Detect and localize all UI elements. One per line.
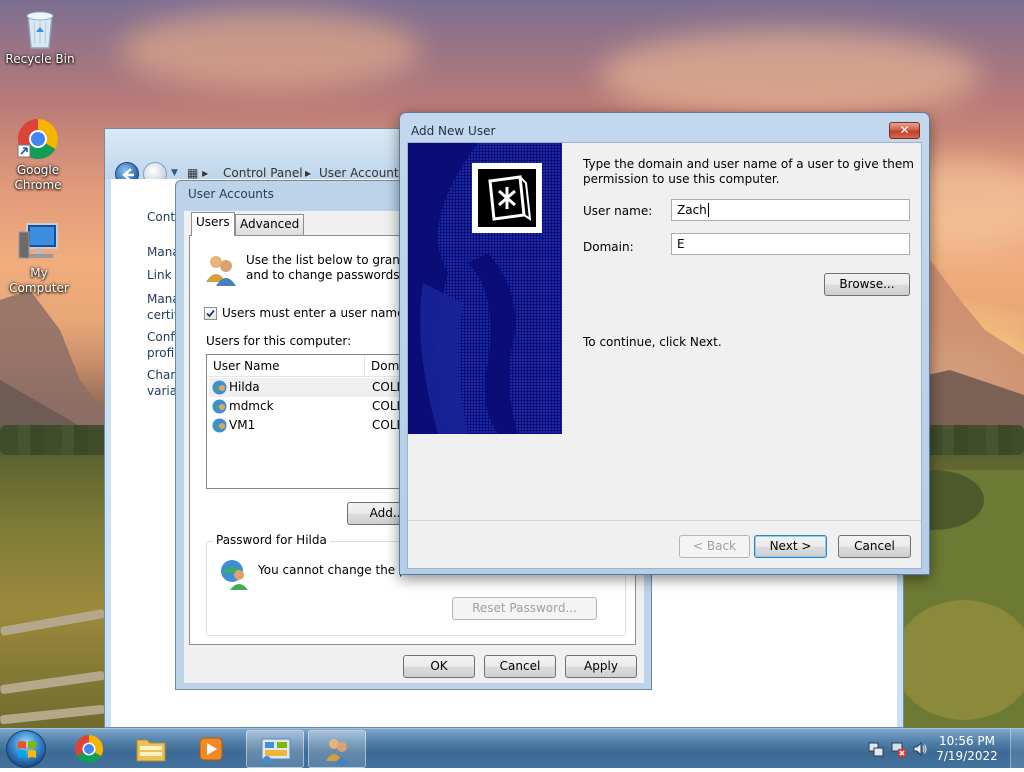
taskbar-control-panel[interactable] [246,730,304,768]
add-new-user-client: Type the domain and user name of a user … [407,142,922,569]
apply-button[interactable]: Apply [565,655,637,678]
clock-date: 7/19/2022 [936,749,998,763]
breadcrumb-separator: ▸ [305,166,312,180]
chrome-icon [16,117,60,161]
users-icon [204,252,238,286]
domain-value: E [677,237,685,251]
recycle-bin-icon [18,6,62,50]
volume-icon[interactable] [912,741,928,757]
reset-password-button[interactable]: Reset Password... [452,597,597,620]
desktop-icon-google-chrome[interactable]: Google Chrome [0,117,78,193]
control-panel-folder-icon: ▦ ▸ [187,166,209,180]
breadcrumb-user-accounts[interactable]: User Accounts [319,166,405,180]
breadcrumb-control-panel[interactable]: Control Panel [223,166,303,180]
taskbar-explorer[interactable] [122,730,180,768]
cancel-button[interactable]: Cancel [484,655,556,678]
clock[interactable]: 10:56 PM 7/19/2022 [932,734,1002,764]
wizard-banner-image [408,143,562,434]
close-icon: ✕ [899,123,910,137]
key-icon [472,163,542,233]
domain-field[interactable]: E [671,233,910,255]
add-new-user-dialog: Add New User ✕ Type the domain and user … [399,112,930,575]
text-caret [707,203,709,217]
user-icon [212,399,227,414]
checkmark-icon [206,309,215,318]
user-icon [212,418,227,433]
users-icon [326,739,350,765]
show-desktop-button[interactable] [1010,729,1024,769]
taskbar: 10:56 PM 7/19/2022 [0,728,1024,769]
cannot-change-text: You cannot change the p [258,563,407,577]
intro-text-line2: and to change passwords ar [246,268,416,282]
network-error-icon[interactable] [890,741,906,757]
user-name-field[interactable]: Zach [671,199,910,221]
instruction-line2: permission to use this computer. [583,172,780,186]
control-panel-icon [261,738,291,764]
clock-time: 10:56 PM [939,734,995,748]
taskbar-chrome[interactable] [60,730,118,768]
user-globe-icon [221,560,248,590]
user-name-value: Zach [677,203,707,217]
action-center-icon[interactable] [868,741,884,757]
continue-text: To continue, click Next. [583,335,722,349]
user-name-cell: mdmck [229,399,274,413]
computer-icon [17,220,61,264]
fence [0,600,106,728]
tab-advanced[interactable]: Advanced [235,214,305,235]
add-new-user-title: Add New User [411,124,496,138]
intro-text-line1: Use the list below to grant o [246,253,416,267]
start-button[interactable] [6,730,46,768]
cloud [120,10,420,90]
cloud [600,30,980,120]
user-name-label: User name: [583,204,653,218]
browse-button[interactable]: Browse... [824,273,910,296]
chrome-icon [75,735,103,763]
instruction-line1: Type the domain and user name of a user … [583,157,914,171]
user-name-cell: Hilda [229,380,260,394]
wizard-cancel-button[interactable]: Cancel [838,535,911,558]
recent-pages-icon[interactable]: ▼ [171,168,178,178]
taskbar-media-player[interactable] [182,730,240,768]
user-name-cell: VM1 [229,418,256,432]
user-accounts-title: User Accounts [188,187,274,201]
must-enter-checkbox[interactable] [204,307,217,320]
media-player-icon [199,737,223,761]
desktop-icon-recycle-bin[interactable]: Recycle Bin [0,6,80,67]
tab-users[interactable]: Users [191,212,235,236]
footer-separator [408,520,921,521]
close-button[interactable]: ✕ [889,122,920,139]
back-button[interactable]: < Back [679,535,750,558]
column-user-name[interactable]: User Name [207,355,365,377]
my-computer-label: My Computer [9,266,69,295]
system-tray: 10:56 PM 7/19/2022 [854,729,1024,769]
password-group-label: Password for Hilda [213,533,330,547]
taskbar-user-accounts[interactable] [308,730,366,768]
next-button[interactable]: Next > [754,535,827,558]
ok-button[interactable]: OK [403,655,475,678]
domain-label: Domain: [583,240,634,254]
users-for-computer-label: Users for this computer: [206,334,352,348]
user-icon [212,380,227,395]
folder-icon [136,739,166,762]
windows-logo-icon [18,741,36,758]
chrome-label: Google Chrome [14,163,62,192]
recycle-bin-label: Recycle Bin [5,52,75,66]
desktop-icon-my-computer[interactable]: My Computer [0,220,78,296]
